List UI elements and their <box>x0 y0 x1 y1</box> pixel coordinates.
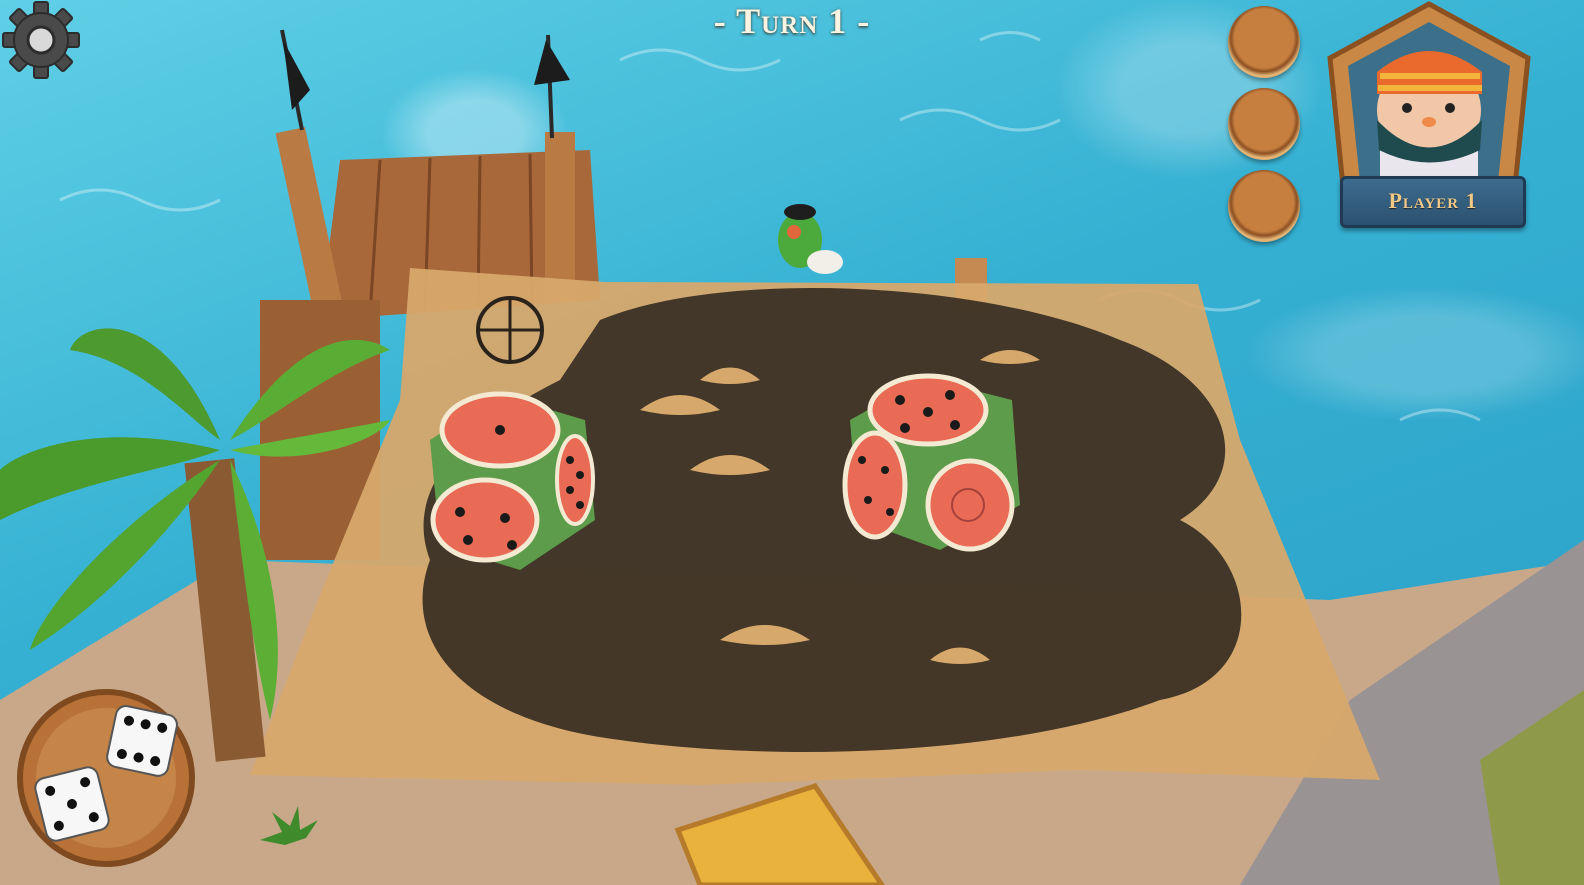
item-slot-2[interactable] <box>1228 88 1300 160</box>
player-name-banner[interactable]: Player 1 <box>1340 176 1526 228</box>
gear-icon <box>2 1 80 79</box>
item-slot-1[interactable] <box>1228 6 1300 78</box>
item-slot-3[interactable] <box>1228 170 1300 242</box>
rolled-die-right <box>842 373 1020 552</box>
game-viewport: - Turn 1 - Player 1 <box>0 0 1584 885</box>
pirate-flags <box>280 29 570 139</box>
dice-icon <box>17 689 195 867</box>
settings-button[interactable] <box>0 0 86 82</box>
roll-dice-button[interactable] <box>14 686 198 870</box>
treasure-map <box>250 268 1380 785</box>
parrot <box>778 204 843 274</box>
